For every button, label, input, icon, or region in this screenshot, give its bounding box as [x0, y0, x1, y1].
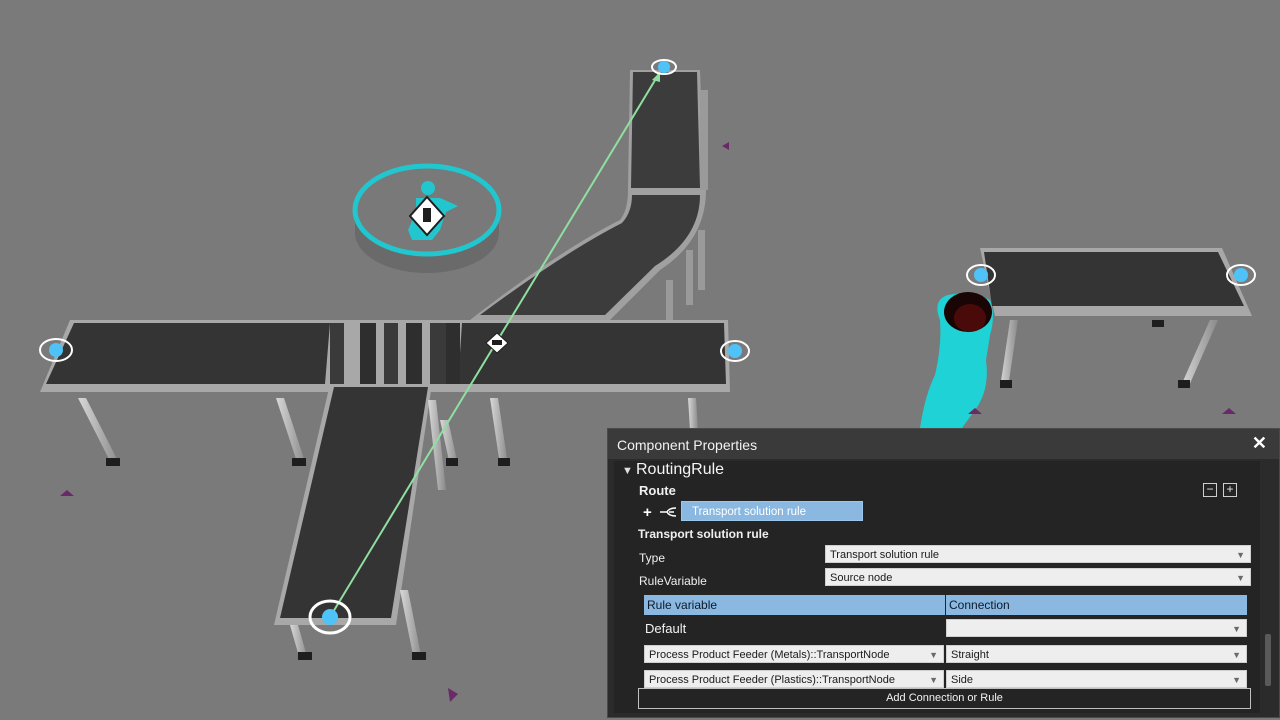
chevron-down-icon: ▼	[1232, 650, 1241, 660]
chevron-down-icon: ▼	[1236, 573, 1245, 583]
collapse-all-button[interactable]: −	[1203, 483, 1217, 497]
panel-title: Component Properties	[617, 437, 758, 453]
chevron-down-icon: ▼	[1232, 675, 1241, 685]
type-value: Transport solution rule	[830, 549, 940, 561]
floor-marker	[1222, 408, 1236, 414]
row-connection: Straight	[951, 649, 989, 661]
rule-variable-label: RuleVariable	[639, 574, 707, 588]
chevron-down-icon: ▼	[929, 675, 938, 685]
rule-variable-dropdown[interactable]: Source node ▼	[825, 568, 1251, 586]
route-label: Route	[639, 483, 676, 498]
column-header-rule-variable: Rule variable	[644, 595, 945, 615]
panel-header: Component Properties ✕	[608, 429, 1279, 460]
row-variable: Process Product Feeder (Metals)::Transpo…	[649, 649, 890, 661]
collapse-triangle-icon[interactable]: ▼	[622, 465, 633, 477]
scrollbar[interactable]	[1265, 634, 1271, 686]
transport-node[interactable]	[651, 59, 677, 75]
floor-marker	[722, 142, 729, 150]
chevron-down-icon: ▼	[929, 650, 938, 660]
section-title: RoutingRule	[636, 461, 725, 478]
properties-body: ▼ RoutingRule Route − + + Transport solu…	[614, 461, 1260, 713]
floor-marker	[448, 688, 458, 702]
type-dropdown[interactable]: Transport solution rule ▼	[825, 545, 1251, 563]
row-variable: Process Product Feeder (Plastics)::Trans…	[649, 674, 895, 686]
connection-row-dropdown[interactable]: Side ▼	[946, 670, 1247, 688]
row-connection: Side	[951, 674, 974, 686]
rule-heading: Transport solution rule	[638, 527, 769, 541]
rule-variable-row-dropdown[interactable]: Process Product Feeder (Plastics)::Trans…	[644, 670, 944, 688]
rule-variable-row-dropdown[interactable]: Process Product Feeder (Metals)::Transpo…	[644, 645, 944, 663]
floor-marker	[60, 490, 74, 496]
chevron-down-icon: ▼	[1236, 550, 1245, 560]
column-header-connection: Connection	[946, 595, 1247, 615]
expand-all-button[interactable]: +	[1223, 483, 1237, 497]
operator-station[interactable]	[352, 163, 502, 273]
conveyor-down[interactable]	[274, 384, 458, 660]
close-icon[interactable]: ✕	[1252, 433, 1267, 454]
rule-variable-value: Source node	[830, 572, 893, 584]
add-route-button[interactable]: +	[643, 504, 652, 521]
human-operator[interactable]	[920, 292, 993, 428]
conveyor-curved[interactable]	[470, 70, 708, 320]
type-label: Type	[639, 551, 666, 565]
default-connection-dropdown[interactable]: ▼	[946, 619, 1247, 637]
conveyor-right[interactable]	[980, 248, 1252, 388]
route-item-selected[interactable]: Transport solution rule	[681, 501, 863, 521]
connection-row-dropdown[interactable]: Straight ▼	[946, 645, 1247, 663]
route-branch-icon[interactable]	[660, 507, 676, 517]
default-row-label: Default	[645, 621, 687, 636]
component-properties-panel: Component Properties ✕ ▼ RoutingRule Rou…	[607, 428, 1280, 718]
chevron-down-icon: ▼	[1232, 624, 1241, 634]
add-connection-button[interactable]: Add Connection or Rule	[638, 688, 1251, 709]
